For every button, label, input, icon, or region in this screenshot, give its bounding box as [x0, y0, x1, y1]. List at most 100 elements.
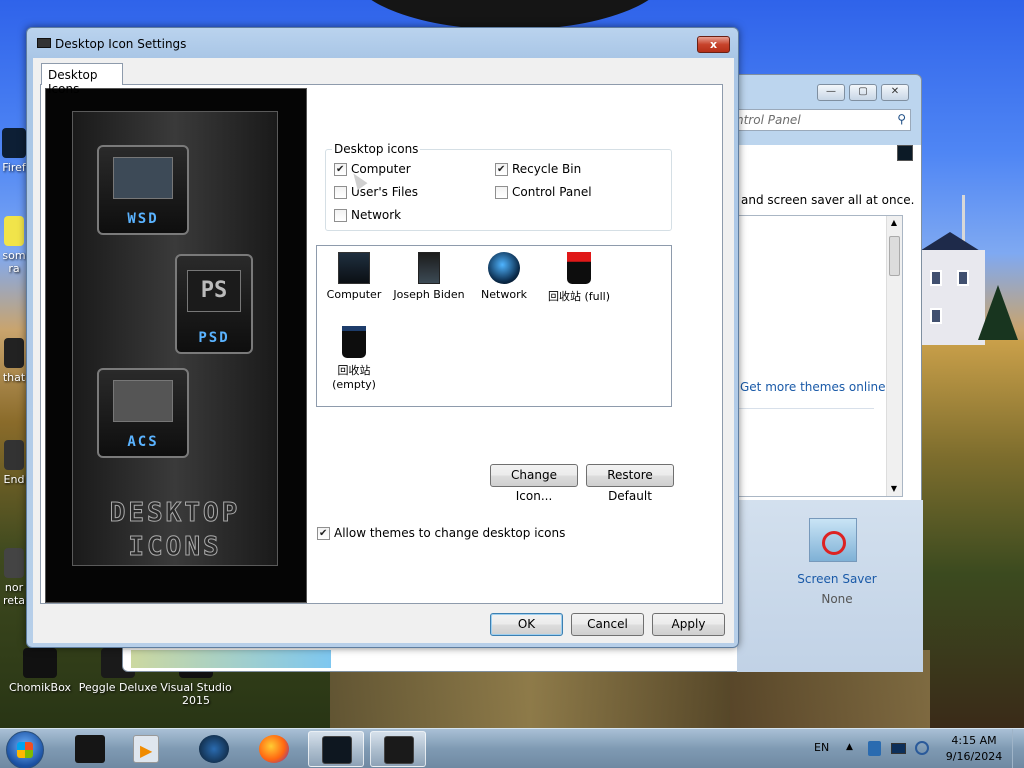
volume-icon[interactable] [915, 741, 929, 755]
search-control-panel-input[interactable]: ntrol Panel ⚲ [731, 109, 911, 131]
apply-button[interactable]: Apply [652, 613, 725, 636]
screen-saver-icon[interactable] [809, 518, 857, 562]
icon-item-label: Network [481, 288, 527, 301]
checkbox-checked-icon [317, 526, 330, 540]
checkbox-label: Network [351, 208, 402, 222]
search-icon[interactable]: ⚲ [897, 112, 906, 126]
recycle-bin-empty-icon [342, 326, 366, 358]
recycle-bin-full-icon [567, 252, 591, 284]
vertical-scrollbar[interactable]: ▲ ▼ [886, 216, 902, 496]
icon-item-user-files[interactable]: Joseph Biden [392, 250, 466, 301]
desktop-icon-label: ra [8, 262, 20, 275]
desktop-icon-label: reta [2, 594, 26, 607]
personalization-bottom-panel: Screen Saver None [737, 500, 923, 672]
maximize-button[interactable]: ▢ [849, 84, 877, 101]
show-hidden-icons-icon[interactable]: ▲ [846, 742, 853, 752]
taskbar-media-player[interactable]: ▶ [120, 731, 176, 767]
desktop-icon-file[interactable]: End [0, 440, 28, 486]
house-window [930, 308, 942, 324]
desktop-icon-label: nor [4, 581, 24, 594]
preview-gear-icon [113, 157, 173, 199]
desktop-icon-firefox[interactable]: Firef [0, 128, 28, 174]
theme-thumbnail-strip [131, 650, 331, 668]
checkbox-label: Allow themes to change desktop icons [334, 526, 566, 540]
icon-item-network[interactable]: Network [467, 250, 541, 301]
desktop-icon-label: ChomikBox [9, 681, 71, 694]
checkbox-label: Recycle Bin [512, 162, 582, 176]
desktop-icon-chomikbox[interactable]: ChomikBox [4, 648, 76, 694]
checkbox-checked-icon [334, 162, 347, 176]
icon-item-recycle-bin-full[interactable]: 回收站 (full) [542, 250, 616, 304]
taskbar-personalization[interactable] [308, 731, 364, 767]
dialog-close-button[interactable]: x [697, 36, 730, 53]
scroll-up-icon[interactable]: ▲ [888, 218, 900, 228]
desktop-icon-label: that [2, 371, 26, 384]
start-button[interactable] [6, 731, 44, 768]
dialog-body: Desktop Icons WSD PS PSD ACS DESKTOP ICO… [33, 58, 734, 643]
desktop-icon-label: End [3, 473, 25, 486]
users-files-checkbox[interactable]: User's Files [334, 185, 418, 199]
preview-tile-label: ACS [127, 434, 159, 450]
minimize-button[interactable]: — [817, 84, 845, 101]
help-icon[interactable] [897, 145, 913, 161]
get-more-themes-link[interactable]: Get more themes online [740, 380, 886, 394]
icon-item-label: Joseph Biden [393, 288, 465, 301]
cancel-button[interactable]: Cancel [571, 613, 644, 636]
file-icon [4, 338, 24, 368]
preview-tile-wsd: WSD [97, 145, 189, 235]
preview-tile-psd: PS PSD [175, 254, 253, 354]
checkbox-unchecked-icon [334, 185, 347, 199]
desktop-icon-file[interactable]: som ra [0, 216, 28, 275]
house-window [957, 270, 969, 286]
icon-item-recycle-bin-empty[interactable]: 回收站 (empty) [317, 324, 391, 391]
network-checkbox[interactable]: Network [334, 208, 401, 222]
restore-default-button[interactable]: Restore Default [586, 464, 674, 503]
screen-saver-link[interactable]: Screen Saver [797, 572, 877, 586]
tab-desktop-icons[interactable]: Desktop Icons [41, 63, 123, 96]
desktop-icon-settings-dialog[interactable]: Desktop Icon Settings x Desktop Icons WS… [26, 27, 739, 648]
close-button[interactable]: ✕ [881, 84, 909, 101]
desktop-dome-decoration [350, 0, 670, 30]
windows-logo-icon [17, 742, 33, 758]
checkbox-checked-icon [495, 162, 508, 176]
scrollbar-thumb[interactable] [889, 236, 900, 276]
desktop-icon-file[interactable]: nor reta [0, 548, 28, 607]
themes-list[interactable]: ▲ ▼ Get more themes online [737, 215, 903, 497]
desktop-icon-file[interactable]: that [0, 338, 28, 384]
desktop-icon-label: Peggle Deluxe [78, 681, 158, 694]
dialog-title-icon [37, 38, 51, 48]
taskbar-app-1[interactable] [62, 731, 118, 767]
control-panel-checkbox[interactable]: Control Panel [495, 185, 592, 199]
recycle-bin-checkbox[interactable]: Recycle Bin [495, 162, 581, 176]
scroll-down-icon[interactable]: ▼ [888, 484, 900, 494]
file-icon [4, 548, 24, 578]
ok-button[interactable]: OK [490, 613, 563, 636]
monitor-icon [384, 736, 414, 764]
user-files-icon [418, 252, 440, 284]
chomikbox-icon [23, 648, 57, 678]
change-icon-button[interactable]: Change Icon... [490, 464, 578, 503]
preview-tile-label: WSD [127, 211, 159, 227]
computer-checkbox[interactable]: Computer [334, 162, 411, 176]
file-icon [4, 216, 24, 246]
taskbar-firefox[interactable] [246, 731, 302, 767]
network-tray-icon[interactable] [891, 743, 906, 754]
clock-date[interactable]: 9/16/2024 [944, 750, 1004, 763]
network-globe-icon [488, 252, 520, 284]
network-globe-icon [199, 735, 229, 763]
icon-item-label: 回收站 (full) [547, 290, 611, 303]
taskbar-desktop-icon-settings[interactable] [370, 731, 426, 767]
wallpaper-house [915, 250, 985, 345]
icon-item-computer[interactable]: Computer [317, 250, 391, 301]
show-desktop-button[interactable] [1012, 729, 1024, 768]
action-center-icon[interactable] [868, 741, 881, 756]
taskbar-network[interactable] [186, 731, 242, 767]
language-indicator[interactable]: EN [814, 741, 829, 754]
desktop-icon-list[interactable]: Computer Joseph Biden Network 回收站 (full)… [316, 245, 672, 407]
close-icon: x [709, 38, 718, 51]
allow-themes-checkbox[interactable]: Allow themes to change desktop icons [317, 526, 565, 540]
clock-time[interactable]: 4:15 AM [948, 734, 1000, 747]
wallpaper-tree [978, 285, 1018, 340]
desktop-icon-label: Visual Studio 2015 [160, 681, 232, 707]
dialog-title: Desktop Icon Settings [55, 37, 187, 51]
